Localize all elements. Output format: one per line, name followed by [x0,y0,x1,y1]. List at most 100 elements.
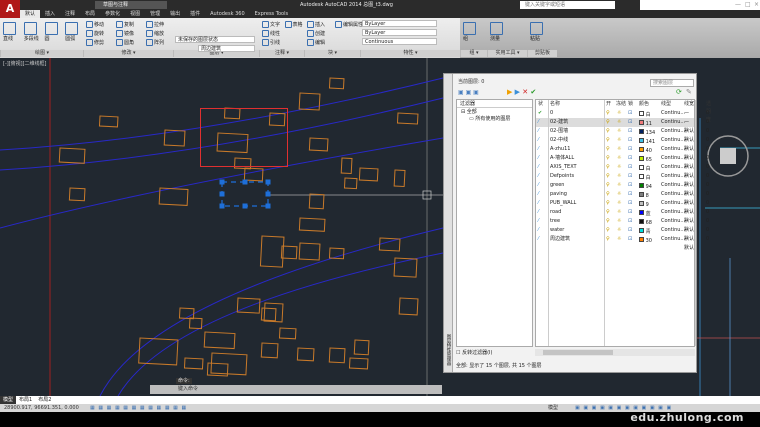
ribbon-tab[interactable]: 管理 [145,10,165,18]
unlock-icon[interactable]: ⊡ [628,154,632,163]
layer-transparency[interactable]: 0 [706,190,709,199]
layer-row[interactable]: ⁄ 02-中线 ♀ ☼ ⊡ 141 Continu... — 默认 0 [536,136,709,152]
layer-name[interactable]: PUB_WALL [550,199,576,208]
modify-tool-button[interactable]: 镜像 [116,30,134,37]
invert-filter-checkbox[interactable]: ☐ 反转过滤器(I) [456,349,533,357]
column-header[interactable]: 透明度 [706,100,711,123]
unlock-icon[interactable]: ⊡ [628,181,632,190]
close-icon[interactable]: × [754,1,759,8]
layer-row[interactable]: ⁄ PUB_WALL ♀ ☼ ⊡ 9 Continu... — 默认 0 [536,199,709,215]
layer-search-input[interactable]: 搜索图层 [650,79,694,87]
layer-transparency[interactable]: 0 [706,235,709,244]
layer-row[interactable]: ⁄ water ♀ ☼ ⊡ 青 Continu... — 默认 0 [536,226,709,242]
palette-side-bar[interactable]: 图层特性管理器 [444,74,453,372]
layer-name[interactable]: A-zhu11 [550,145,570,154]
layer-name[interactable]: green [550,181,564,190]
sun-icon[interactable]: ☼ [617,235,621,244]
layer-name[interactable]: 周边建筑 [550,235,570,244]
refresh-icon[interactable]: ⟳ [676,88,682,96]
unlock-icon[interactable]: ⊡ [628,217,632,226]
layer-name[interactable]: 02-围墙 [550,127,568,136]
lightbulb-icon[interactable]: ♀ [606,154,610,163]
layer-linetype[interactable]: Continu... [661,136,685,145]
panel-utilities-label[interactable]: 实用工具 ▾ [487,50,527,57]
unlock-icon[interactable]: ⊡ [628,235,632,244]
layer-transparency[interactable]: 0 [706,154,709,163]
filter-all[interactable]: ⊟ 全部 [457,108,532,116]
annotation-tool-button[interactable]: 文字 [262,21,280,28]
unlock-icon[interactable]: ⊡ [628,226,632,235]
lightbulb-icon[interactable]: ♀ [606,199,610,208]
new-layer-icon[interactable]: ▶ [507,88,512,96]
layer-transparency[interactable]: 0 [706,226,709,235]
layer-name[interactable]: 02-建筑 [550,118,568,127]
unlock-icon[interactable]: ⊡ [628,163,632,172]
lightbulb-icon[interactable]: ♀ [606,226,610,235]
sun-icon[interactable]: ☼ [617,145,621,154]
panel-modify-label[interactable]: 修改 ▾ [83,50,173,57]
modify-tool-button[interactable]: 圆角 [116,39,134,46]
lightbulb-icon[interactable]: ♀ [606,136,610,145]
block-tool-button[interactable]: 插入 [307,21,325,28]
minimize-icon[interactable]: — [735,1,741,8]
layer-linetype[interactable]: Continu... [661,154,685,163]
panel-annotation-label[interactable]: 注释 ▾ [259,50,304,57]
layer-name[interactable]: road [550,208,561,217]
layer-name[interactable]: AXIS_TEXT [550,163,577,172]
sun-icon[interactable]: ☼ [617,181,621,190]
current-layer-dropdown[interactable]: 周边建筑 [198,45,255,52]
layer-linetype[interactable]: Continu... [661,163,685,172]
layer-transparency[interactable]: 0 [706,127,709,136]
layer-name[interactable]: Defpoints [550,172,574,181]
modify-tool-button[interactable]: 拉伸 [146,21,164,28]
sun-icon[interactable]: ☼ [617,127,621,136]
search-input[interactable]: 键入关键字或短语 [520,1,615,9]
layer-name[interactable]: tree [550,217,560,226]
lightbulb-icon[interactable]: ♀ [606,217,610,226]
ribbon-tab[interactable]: 布局 [80,10,100,18]
sun-icon[interactable]: ☼ [617,190,621,199]
layer-row[interactable]: ⁄ A-墙体ALL ♀ ☼ ⊡ 65 Continu... — 默认 0 [536,154,709,170]
column-header[interactable]: 线宽 [684,100,694,108]
layer-linetype[interactable]: Continu... [661,109,685,118]
modify-tool-button[interactable]: 移动 [86,21,104,28]
sun-icon[interactable]: ☼ [617,199,621,208]
layer-name[interactable]: water [550,226,564,235]
layer-row[interactable]: ⁄ AXIS_TEXT ♀ ☼ ⊡ 白 Continu... — 默认 0 [536,163,709,179]
layer-transparency[interactable]: 0 [706,181,709,190]
lightbulb-icon[interactable]: ♀ [606,118,610,127]
lightbulb-icon[interactable]: ♀ [606,127,610,136]
layer-row[interactable]: ⁄ 02-建筑 ♀ ☼ ⊡ 11 Continu... — 默认 0 [536,118,709,134]
layer-linetype[interactable]: Continu... [661,208,685,217]
layer-linetype[interactable]: Continu... [661,217,685,226]
layer-transparency[interactable]: 0 [706,118,709,127]
drafting-toggles[interactable]: ▦ ▦ ▦ ▦ ▦ ▦ ▦ ▦ ▦ ▦ ▦ ▦ [90,404,187,412]
layer-linetype[interactable]: Continu... [661,226,685,235]
filter-used-layers[interactable]: ▭ 所有使用的图层 [457,116,532,123]
modify-tool-button[interactable]: 缩放 [146,30,164,37]
layer-row[interactable]: ✔ 0 ♀ ☼ ⊡ 白 Continu... — 默认 0 [536,109,709,125]
groups-tool-button[interactable]: 组 [463,22,477,42]
lightbulb-icon[interactable]: ♀ [606,208,610,217]
lightbulb-icon[interactable]: ♀ [606,235,610,244]
layer-linetype[interactable]: Continu... [661,181,685,190]
column-header[interactable]: 状 [538,100,543,108]
sun-icon[interactable]: ☼ [617,172,621,181]
model-space-button[interactable]: 模型 [548,404,558,412]
settings-icon[interactable]: ✎ [686,88,692,96]
layer-name[interactable]: A-墙体ALL [550,154,574,163]
layer-transparency[interactable]: 0 [706,172,709,181]
ribbon-tab[interactable]: 视图 [125,10,145,18]
layer-transparency[interactable]: 0 [706,199,709,208]
unlock-icon[interactable]: ⊡ [628,145,632,154]
sun-icon[interactable]: ☼ [617,208,621,217]
layout-tab[interactable]: 布局2 [35,396,54,404]
workspace-dropdown[interactable]: 草图与注释 [95,1,167,9]
sun-icon[interactable]: ☼ [617,154,621,163]
layer-row[interactable]: ⁄ green ♀ ☼ ⊡ 94 Continu... — 默认 0 [536,181,709,197]
unlock-icon[interactable]: ⊡ [628,136,632,145]
modify-tool-button[interactable]: 旋转 [86,30,104,37]
layer-transparency[interactable]: 0 [706,208,709,217]
maximize-icon[interactable]: □ [745,1,751,8]
ribbon-tab[interactable]: Express Tools [250,10,293,18]
